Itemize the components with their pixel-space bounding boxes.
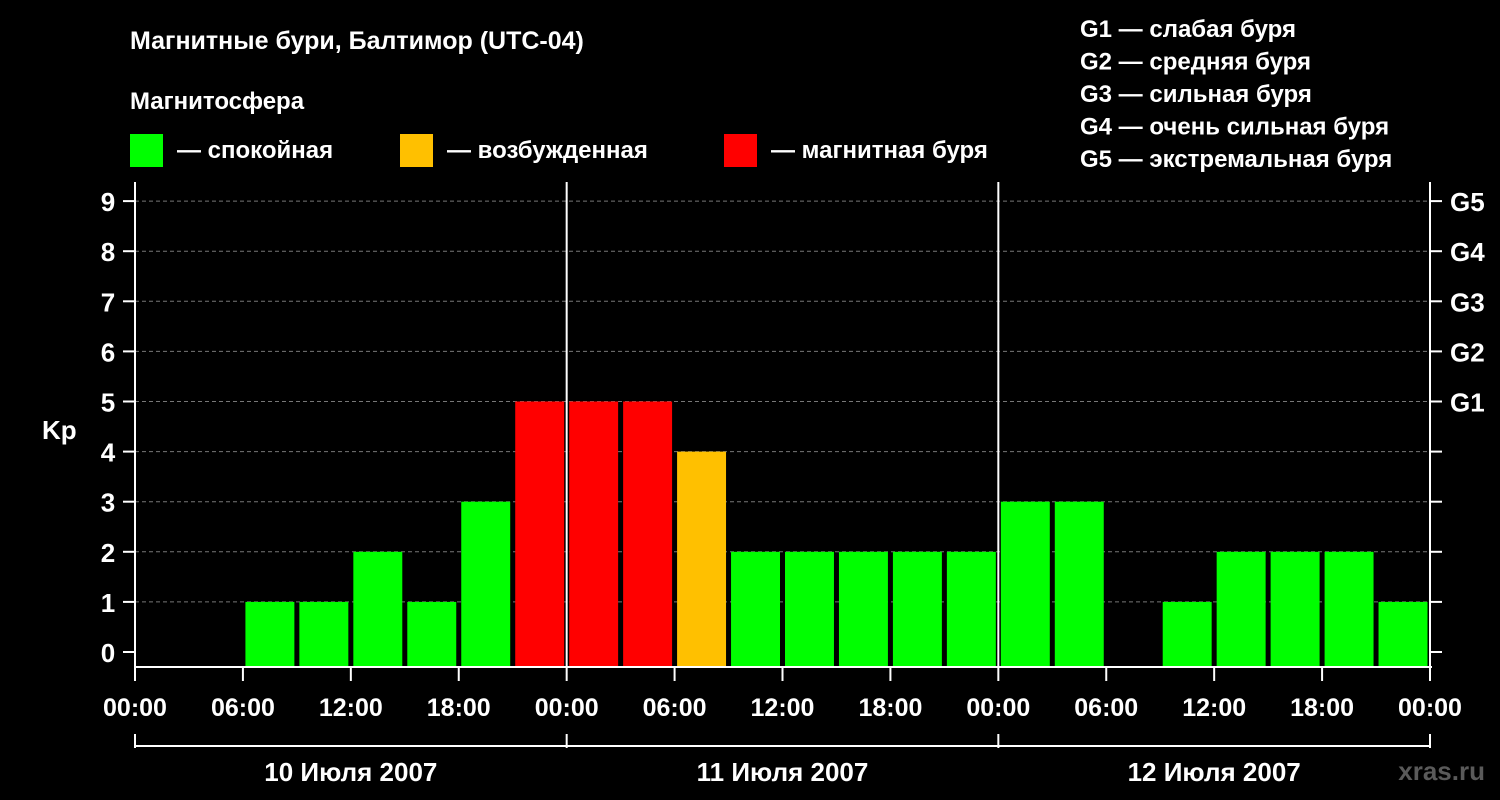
y-axis-label: Kp (42, 415, 77, 445)
x-tick-label: 18:00 (858, 694, 922, 722)
bar (461, 501, 511, 667)
y-tick-label: 8 (101, 237, 115, 267)
legend-label: — возбужденная (447, 137, 648, 164)
legend-title: Магнитосфера (130, 88, 305, 115)
right-tick-label: G1 (1450, 388, 1485, 418)
y-tick-label: 3 (101, 488, 115, 518)
x-tick-label: 00:00 (535, 694, 599, 722)
chart-title: Магнитные бури, Балтимор (UTC-04) (130, 27, 584, 55)
y-tick-label: 5 (101, 388, 115, 418)
y-tick-label: 4 (101, 438, 116, 468)
y-tick-label: 7 (101, 287, 115, 317)
storm-scale-item: G5 — экстремальная буря (1080, 146, 1392, 173)
bar (946, 551, 996, 667)
storm-scale-item: G3 — сильная буря (1080, 81, 1312, 108)
right-tick-label: G3 (1450, 287, 1485, 317)
storm-scale-item: G1 — слабая буря (1080, 16, 1296, 43)
chart: Магнитные бури, Балтимор (UTC-04) Магнит… (42, 16, 1485, 787)
x-tick-label: 18:00 (1290, 694, 1354, 722)
bar (1270, 551, 1320, 667)
legend-swatch (400, 134, 433, 167)
bar (785, 551, 834, 667)
bar (569, 401, 619, 667)
bar (1000, 501, 1050, 667)
x-tick-label: 06:00 (1074, 694, 1138, 722)
legend-swatch (724, 134, 757, 167)
x-tick-label: 12:00 (319, 694, 383, 722)
day-label: 10 Июля 2007 (264, 757, 437, 787)
storm-scale-item: G2 — средняя буря (1080, 49, 1311, 76)
x-tick-label: 00:00 (966, 694, 1030, 722)
y-tick-label: 1 (101, 588, 115, 618)
legend-label: — спокойная (177, 137, 333, 164)
bar (299, 601, 349, 667)
bar (623, 401, 673, 667)
bar (407, 601, 457, 667)
y-tick-label: 6 (101, 337, 115, 367)
bar (1324, 551, 1374, 667)
x-tick-label: 12:00 (751, 694, 815, 722)
axes: 0 1 2 3 4 5 6 7 8 9 G1 G2 G3 G4 G5 00:00 06:00 12:00 18:00… (101, 182, 1485, 787)
bar (1216, 551, 1266, 667)
bar (245, 601, 295, 667)
right-tick-label: G2 (1450, 337, 1485, 367)
storm-scale-legend: G1 — слабая буря G2 — средняя буря G3 — си… (1080, 16, 1392, 173)
x-tick-label: 06:00 (211, 694, 275, 722)
watermark: xras.ru (1398, 756, 1485, 786)
bar (731, 551, 780, 667)
bars (245, 401, 1428, 667)
x-tick-label: 18:00 (427, 694, 491, 722)
day-label: 12 Июля 2007 (1128, 757, 1301, 787)
right-tick-label: G4 (1450, 237, 1485, 267)
legend-label: — магнитная буря (771, 137, 988, 164)
bar (515, 401, 565, 667)
y-tick-label: 9 (101, 187, 115, 217)
x-tick-label: 06:00 (643, 694, 707, 722)
x-tick-label: 12:00 (1182, 694, 1246, 722)
x-tick-label: 00:00 (103, 694, 167, 722)
day-label: 11 Июля 2007 (697, 757, 869, 787)
bar (838, 551, 888, 667)
legend: — спокойная — возбужденная — магнитная бур… (130, 134, 988, 167)
bar (1054, 501, 1104, 667)
bar (677, 451, 727, 667)
y-tick-label: 0 (101, 638, 115, 668)
bar (353, 551, 403, 667)
legend-swatch (130, 134, 163, 167)
bar (1162, 601, 1212, 667)
right-tick-label: G5 (1450, 187, 1485, 217)
bar (1378, 601, 1428, 667)
bar (892, 551, 942, 667)
storm-scale-item: G4 — очень сильная буря (1080, 114, 1389, 141)
x-tick-label: 00:00 (1398, 694, 1462, 722)
y-tick-label: 2 (101, 538, 115, 568)
